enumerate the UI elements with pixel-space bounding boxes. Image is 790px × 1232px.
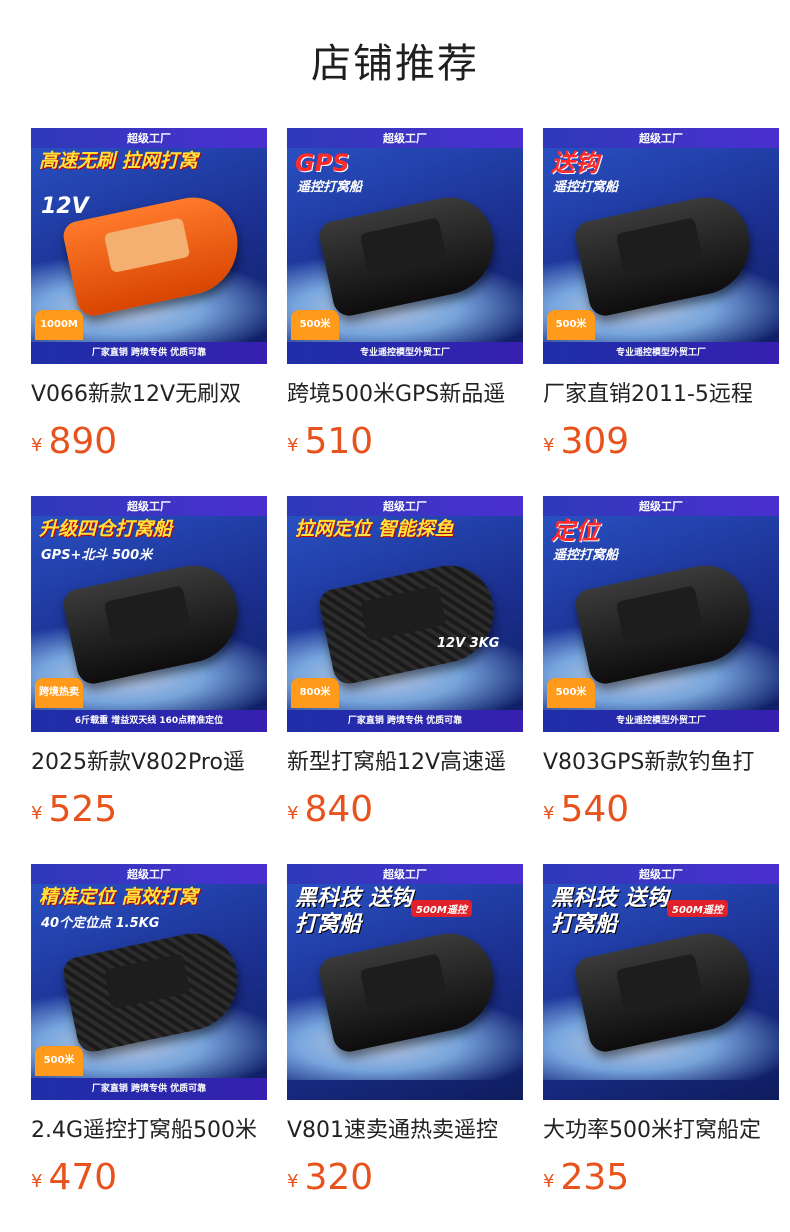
- image-headline: GPS: [295, 149, 350, 177]
- image-headline: 升级四仓打窝船: [39, 518, 173, 540]
- price-value: 890: [48, 421, 118, 462]
- product-image[interactable]: 超级工厂 拉网定位 智能探鱼 12V 3KG 800米 厂家直销 跨境专供 优质…: [287, 496, 523, 732]
- image-subhead: GPS+北斗 500米: [41, 548, 153, 563]
- product-price: ¥309: [543, 418, 779, 466]
- product-price: ¥470: [31, 1154, 267, 1202]
- image-badge: 800米: [291, 678, 339, 708]
- product-price: ¥540: [543, 786, 779, 834]
- image-badge: 500米: [547, 310, 595, 340]
- brand-tag: 超级工厂: [383, 500, 427, 513]
- image-headline: 精准定位 高效打窝: [39, 886, 198, 908]
- currency-symbol: ¥: [287, 435, 299, 456]
- price-value: 309: [560, 421, 630, 462]
- product-image[interactable]: 超级工厂 升级四仓打窝船 GPS+北斗 500米 跨境热卖 6斤载重 增益双天线…: [31, 496, 267, 732]
- product-card[interactable]: 超级工厂 高速无刷 拉网打窝 12V 1000M 厂家直销 跨境专供 优质可靠 …: [31, 128, 267, 466]
- image-headline: 黑科技 送钩打窝船: [295, 886, 413, 937]
- product-price: ¥840: [287, 786, 523, 834]
- product-name[interactable]: 大功率500米打窝船定: [543, 1114, 779, 1148]
- image-badge: 跨境热卖: [35, 678, 83, 708]
- image-subhead: 遥控打窝船: [297, 180, 363, 195]
- product-name[interactable]: 厂家直销2011-5远程: [543, 378, 779, 412]
- product-card[interactable]: 超级工厂 黑科技 送钩打窝船 500M遥控 V801速卖通热卖遥控 ¥320: [287, 864, 523, 1202]
- currency-symbol: ¥: [543, 435, 555, 456]
- currency-symbol: ¥: [31, 1171, 43, 1192]
- product-image[interactable]: 超级工厂 高速无刷 拉网打窝 12V 1000M 厂家直销 跨境专供 优质可靠: [31, 128, 267, 364]
- product-name[interactable]: 跨境500米GPS新品遥: [287, 378, 523, 412]
- product-card[interactable]: 超级工厂 升级四仓打窝船 GPS+北斗 500米 跨境热卖 6斤载重 增益双天线…: [31, 496, 267, 834]
- image-footer: 专业遥控模型外贸工厂: [287, 342, 523, 364]
- image-footer: 厂家直销 跨境专供 优质可靠: [31, 342, 267, 364]
- image-badge: 500米: [291, 310, 339, 340]
- image-headline: 送钩: [551, 149, 599, 177]
- price-value: 540: [560, 789, 630, 830]
- currency-symbol: ¥: [287, 1171, 299, 1192]
- currency-symbol: ¥: [543, 1171, 555, 1192]
- product-name[interactable]: 2025新款V802Pro遥: [31, 746, 267, 780]
- image-subhead: 12V 3KG: [437, 636, 500, 651]
- image-subhead: 40个定位点 1.5KG: [41, 916, 160, 931]
- image-headline: 拉网定位 智能探鱼: [295, 518, 454, 540]
- currency-symbol: ¥: [287, 803, 299, 824]
- product-image[interactable]: 超级工厂 送钩 遥控打窝船 500米 专业遥控模型外贸工厂: [543, 128, 779, 364]
- image-subhead: 12V: [41, 194, 89, 219]
- image-footer: 厂家直销 跨境专供 优质可靠: [31, 1078, 267, 1100]
- price-value: 510: [304, 421, 374, 462]
- product-price: ¥890: [31, 418, 267, 466]
- brand-tag: 超级工厂: [127, 500, 171, 513]
- product-name[interactable]: V803GPS新款钓鱼打: [543, 746, 779, 780]
- price-value: 840: [304, 789, 374, 830]
- brand-tag: 超级工厂: [383, 132, 427, 145]
- image-badge: 500米: [547, 678, 595, 708]
- product-card[interactable]: 超级工厂 精准定位 高效打窝 40个定位点 1.5KG 500米 厂家直销 跨境…: [31, 864, 267, 1202]
- image-headline: 高速无刷 拉网打窝: [39, 150, 198, 172]
- currency-symbol: ¥: [31, 435, 43, 456]
- price-value: 525: [48, 789, 118, 830]
- product-image[interactable]: 超级工厂 黑科技 送钩打窝船 500M遥控: [543, 864, 779, 1100]
- image-footer: 专业遥控模型外贸工厂: [543, 710, 779, 732]
- product-image[interactable]: 超级工厂 黑科技 送钩打窝船 500M遥控: [287, 864, 523, 1100]
- image-footer: 6斤载重 增益双天线 160点精准定位: [31, 710, 267, 732]
- product-name[interactable]: V066新款12V无刷双: [31, 378, 267, 412]
- product-image[interactable]: 超级工厂 GPS 遥控打窝船 500米 专业遥控模型外贸工厂: [287, 128, 523, 364]
- price-value: 470: [48, 1157, 118, 1198]
- product-image[interactable]: 超级工厂 定位 遥控打窝船 500米 专业遥控模型外贸工厂: [543, 496, 779, 732]
- image-footer: 厂家直销 跨境专供 优质可靠: [287, 710, 523, 732]
- brand-tag: 超级工厂: [639, 132, 683, 145]
- price-value: 320: [304, 1157, 374, 1198]
- product-card[interactable]: 超级工厂 送钩 遥控打窝船 500米 专业遥控模型外贸工厂 厂家直销2011-5…: [543, 128, 779, 466]
- image-badge: 1000M: [35, 310, 83, 340]
- brand-tag: 超级工厂: [127, 868, 171, 881]
- store-recommendations-page: 店铺推荐 超级工厂 高速无刷 拉网打窝 12V 1000M 厂家直销 跨境专供 …: [0, 0, 790, 1232]
- brand-tag: 超级工厂: [383, 868, 427, 881]
- image-badge: 500米: [35, 1046, 83, 1076]
- price-value: 235: [560, 1157, 630, 1198]
- product-name[interactable]: 2.4G遥控打窝船500米: [31, 1114, 267, 1148]
- image-headline: 定位: [551, 517, 599, 545]
- image-subhead: 500M遥控: [667, 900, 728, 917]
- image-subhead: 500M遥控: [411, 900, 472, 917]
- image-headline: 黑科技 送钩打窝船: [551, 886, 669, 937]
- product-price: ¥510: [287, 418, 523, 466]
- product-card[interactable]: 超级工厂 拉网定位 智能探鱼 12V 3KG 800米 厂家直销 跨境专供 优质…: [287, 496, 523, 834]
- currency-symbol: ¥: [31, 803, 43, 824]
- product-card[interactable]: 超级工厂 GPS 遥控打窝船 500米 专业遥控模型外贸工厂 跨境500米GPS…: [287, 128, 523, 466]
- currency-symbol: ¥: [543, 803, 555, 824]
- brand-tag: 超级工厂: [639, 500, 683, 513]
- product-card[interactable]: 超级工厂 定位 遥控打窝船 500米 专业遥控模型外贸工厂 V803GPS新款钓…: [543, 496, 779, 834]
- product-card[interactable]: 超级工厂 黑科技 送钩打窝船 500M遥控 大功率500米打窝船定 ¥235: [543, 864, 779, 1202]
- product-price: ¥320: [287, 1154, 523, 1202]
- section-title: 店铺推荐: [311, 41, 479, 87]
- product-name[interactable]: V801速卖通热卖遥控: [287, 1114, 523, 1148]
- image-footer: 专业遥控模型外贸工厂: [543, 342, 779, 364]
- product-price: ¥235: [543, 1154, 779, 1202]
- brand-tag: 超级工厂: [127, 132, 171, 145]
- product-image[interactable]: 超级工厂 精准定位 高效打窝 40个定位点 1.5KG 500米 厂家直销 跨境…: [31, 864, 267, 1100]
- image-subhead: 遥控打窝船: [553, 548, 619, 563]
- product-price: ¥525: [31, 786, 267, 834]
- brand-tag: 超级工厂: [639, 868, 683, 881]
- image-subhead: 遥控打窝船: [553, 180, 619, 195]
- product-name[interactable]: 新型打窝船12V高速遥: [287, 746, 523, 780]
